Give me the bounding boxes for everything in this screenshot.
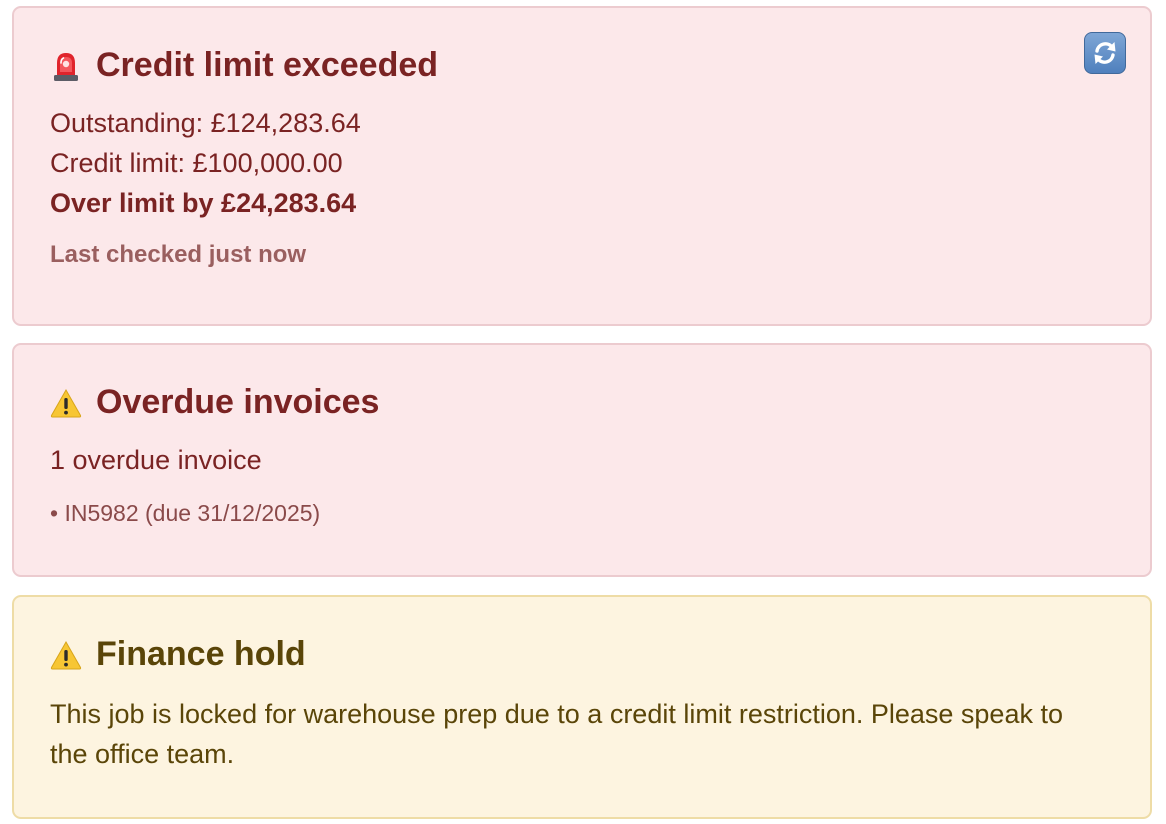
finance-hold-title-text: Finance hold: [96, 635, 306, 673]
credit-limit-title-text: Credit limit exceeded: [96, 46, 439, 84]
overdue-count: 1 overdue invoice: [50, 445, 262, 475]
siren-icon: [54, 52, 78, 81]
overdue-invoice-item: • IN5982 (due 31/12/2025): [50, 500, 321, 526]
overdue-invoices-title-text: Overdue invoices: [96, 383, 380, 421]
warning-icon: [50, 388, 82, 417]
refresh-icon: [1094, 42, 1116, 64]
credit-limit-title: Credit limit exceeded: [50, 46, 438, 85]
last-checked-status: Last checked just now: [50, 241, 307, 268]
overdue-invoices-title: Overdue invoices: [50, 383, 379, 422]
refresh-button[interactable]: [1084, 32, 1126, 74]
credit-limit-alert: Credit limit exceeded Outstanding: £124,…: [12, 6, 1152, 326]
finance-hold-alert: Finance hold This job is locked for ware…: [12, 595, 1152, 819]
warning-icon: [50, 640, 82, 669]
outstanding-amount: Outstanding: £124,283.64: [50, 108, 361, 138]
finance-hold-message: This job is locked for warehouse prep du…: [50, 699, 1063, 769]
credit-limit-amount: Credit limit: £100,000.00: [50, 148, 343, 178]
finance-hold-title: Finance hold: [50, 635, 306, 674]
overdue-invoices-alert: Overdue invoices 1 overdue invoice • IN5…: [12, 343, 1152, 577]
over-limit-amount: Over limit by £24,283.64: [50, 188, 357, 218]
